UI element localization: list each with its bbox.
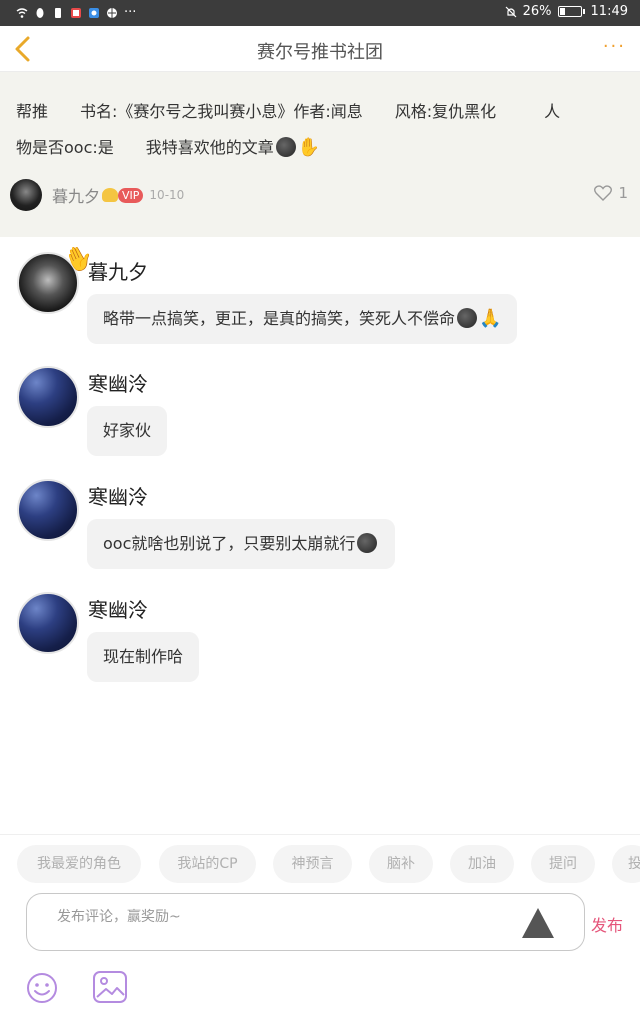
dark-face-emoji-icon bbox=[275, 137, 296, 157]
crown-icon bbox=[102, 188, 119, 202]
comment-input[interactable]: 发布评论，赢奖励~ bbox=[26, 893, 585, 951]
quick-tag[interactable]: 提问 bbox=[531, 845, 595, 883]
clock: 11:49 bbox=[590, 4, 628, 19]
quick-tag[interactable]: 加油 bbox=[450, 845, 514, 883]
comment-text: 现在制作哈 bbox=[103, 647, 184, 666]
quick-tag[interactable]: 投 bbox=[612, 845, 640, 883]
quick-tag[interactable]: 我站的CP bbox=[159, 845, 256, 883]
comment-author[interactable]: 寒幽泠 bbox=[88, 368, 148, 397]
comment-text: ooc就啥也别说了，只要别太崩就行 bbox=[103, 534, 356, 553]
app-blue-icon bbox=[89, 7, 99, 18]
comment-bubble[interactable]: 现在制作哈 bbox=[87, 632, 200, 682]
app-ball-icon bbox=[107, 7, 117, 18]
post-author-row[interactable]: 暮九夕 VIP 10-10 bbox=[10, 178, 184, 212]
dark-face-emoji-icon bbox=[357, 533, 378, 553]
avatar[interactable] bbox=[17, 592, 79, 654]
comment-bubble[interactable]: 略带一点搞笑，更正，是真的搞笑，笑死人不偿命 🙏 bbox=[87, 294, 518, 344]
expand-triangle-icon[interactable] bbox=[522, 908, 554, 938]
clap-hand-emoji-icon: ✋ bbox=[297, 137, 321, 158]
comment-author[interactable]: 暮九夕 bbox=[88, 256, 148, 285]
battery-icon bbox=[557, 6, 582, 17]
avatar[interactable] bbox=[17, 366, 79, 428]
wifi-icon bbox=[16, 7, 28, 18]
app-header: 赛尔号推书社团 ··· bbox=[0, 26, 640, 72]
publish-button[interactable]: 发布 bbox=[591, 912, 623, 936]
image-picker-icon[interactable] bbox=[92, 969, 128, 1005]
battery-percent: 26% bbox=[522, 4, 552, 19]
post-body: 帮推 书名:《赛尔号之我叫赛小息》作者:闻息 风格:复仇黑化 人 物是否ooc:… bbox=[16, 94, 624, 166]
page-title: 赛尔号推书社团 bbox=[257, 42, 383, 63]
dark-face-emoji-icon bbox=[457, 308, 478, 328]
like-count: 1 bbox=[618, 184, 628, 202]
phone-notify-icon bbox=[55, 7, 61, 18]
post-author-name[interactable]: 暮九夕 bbox=[52, 183, 100, 207]
mute-bell-icon bbox=[505, 6, 517, 17]
quick-tag[interactable]: 神预言 bbox=[273, 845, 352, 883]
quick-tag[interactable]: 我最爱的角色 bbox=[17, 845, 141, 883]
heart-icon[interactable] bbox=[594, 185, 613, 201]
post-line-1: 帮推 书名:《赛尔号之我叫赛小息》作者:闻息 风格:复仇黑化 人 bbox=[16, 102, 561, 121]
post-line-2: 物是否ooc:是 我特喜欢他的文章 bbox=[16, 138, 274, 157]
original-post: 帮推 书名:《赛尔号之我叫赛小息》作者:闻息 风格:复仇黑化 人 物是否ooc:… bbox=[0, 72, 640, 237]
avatar[interactable] bbox=[17, 479, 79, 541]
app-red-icon bbox=[71, 7, 81, 18]
quick-tag[interactable]: 脑补 bbox=[369, 845, 433, 883]
comment-bubble[interactable]: 好家伙 bbox=[87, 406, 168, 456]
comment-input-placeholder: 发布评论，赢奖励~ bbox=[57, 909, 181, 925]
more-options-icon[interactable]: ··· bbox=[603, 36, 626, 57]
comment-bubble[interactable]: ooc就啥也别说了，只要别太崩就行 bbox=[87, 519, 396, 569]
status-bar: ··· 26% 11:49 bbox=[0, 0, 640, 26]
battery-tip bbox=[582, 9, 585, 14]
post-date: 10-10 bbox=[149, 188, 185, 202]
like-button[interactable]: 1 bbox=[594, 184, 628, 202]
comment-author[interactable]: 寒幽泠 bbox=[88, 481, 148, 510]
comment-author[interactable]: 寒幽泠 bbox=[88, 594, 148, 623]
more-notifications: ··· bbox=[124, 5, 137, 20]
vip-badge: VIP bbox=[118, 187, 144, 203]
avatar[interactable] bbox=[10, 179, 42, 211]
pray-emoji-icon: 🙏 bbox=[479, 308, 502, 329]
comment-text: 略带一点搞笑，更正，是真的搞笑，笑死人不偿命 bbox=[103, 309, 456, 328]
emoji-smile-icon[interactable] bbox=[26, 972, 58, 1004]
qq-icon bbox=[36, 7, 44, 18]
comment-text: 好家伙 bbox=[103, 421, 152, 440]
status-icons-left: ··· bbox=[16, 5, 136, 20]
quick-tags-bar: 我最爱的角色 我站的CP 神预言 脑补 加油 提问 投 bbox=[0, 834, 640, 890]
status-icons-right: 26% 11:49 bbox=[505, 4, 628, 19]
